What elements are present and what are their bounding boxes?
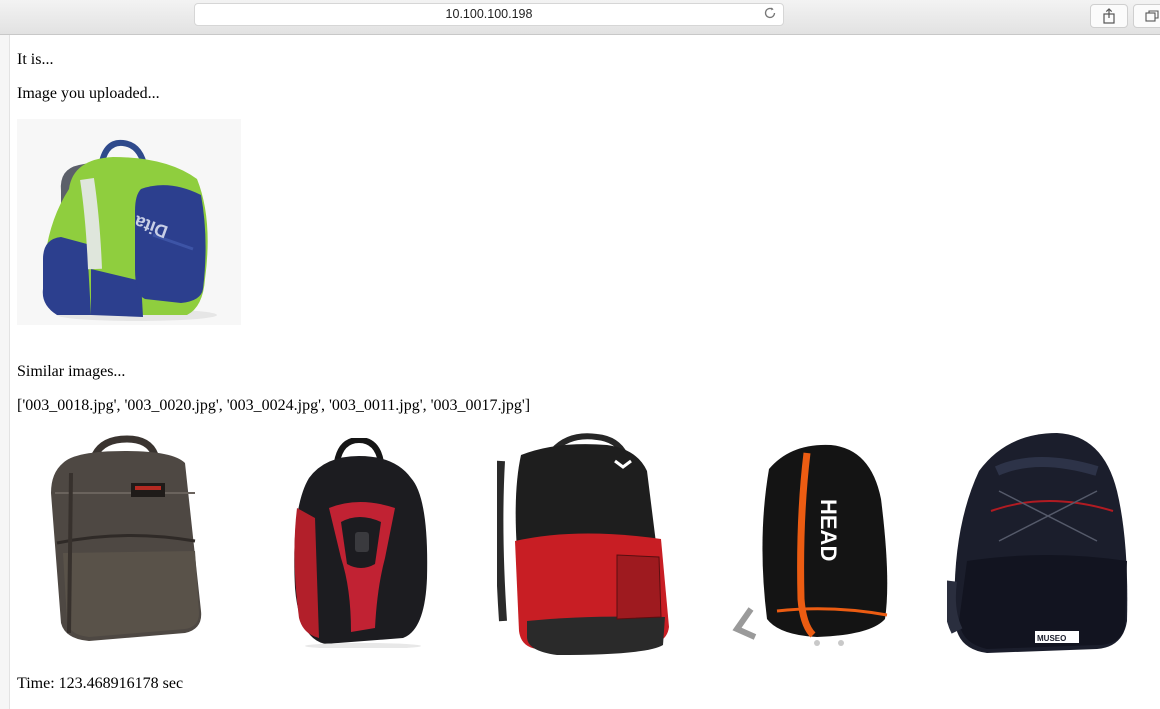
window-left-edge [0, 35, 10, 709]
url-text: 10.100.100.198 [445, 7, 533, 21]
tabs-overview-button[interactable] [1133, 4, 1160, 28]
reload-icon[interactable] [763, 6, 777, 20]
uploaded-backpack-image: Dita [17, 119, 241, 325]
similar-image-4: HEAD [732, 444, 888, 646]
similar-image-2 [294, 438, 428, 648]
museo-brand-text: MUSEO [1037, 634, 1066, 643]
share-button[interactable] [1090, 4, 1128, 28]
similar-image-3 [497, 433, 669, 655]
similar-image-1 [51, 435, 202, 641]
head-brand-text: HEAD [816, 499, 841, 561]
elapsed-time: Time: 123.468916178 sec [17, 675, 184, 692]
tabs-icon [1145, 10, 1159, 22]
similar-label: Similar images... [17, 363, 126, 380]
page-content: It is... Image you uploaded... Dita Simi… [17, 35, 1160, 709]
similar-image-5: MUSEO [947, 433, 1128, 653]
address-bar[interactable]: 10.100.100.198 [194, 3, 784, 26]
file-list: ['003_0018.jpg', '003_0020.jpg', '003_00… [17, 397, 531, 414]
browser-toolbar: 10.100.100.198 [0, 0, 1160, 35]
uploaded-label: Image you uploaded... [17, 85, 160, 102]
result-heading: It is... [17, 51, 54, 68]
share-icon [1103, 8, 1115, 24]
